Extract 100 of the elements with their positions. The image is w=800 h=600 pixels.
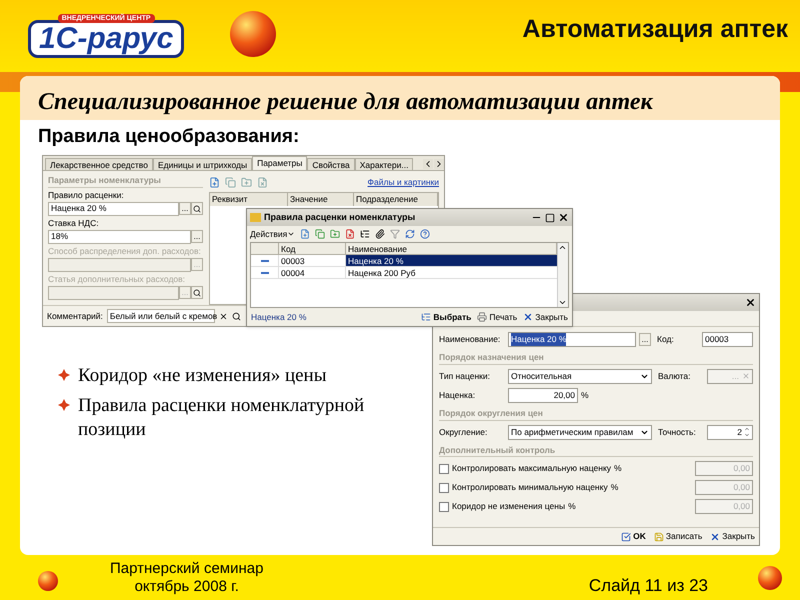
files-link[interactable]: Файлы и картинки (368, 176, 439, 189)
group-title: Параметры номенклатуры (48, 174, 203, 188)
tab[interactable]: Параметры (252, 156, 308, 170)
scrollbar[interactable] (557, 243, 568, 307)
clear-icon (742, 372, 750, 380)
close-icon[interactable] (558, 212, 569, 223)
field-label: Статья дополнительных расходов: (48, 274, 186, 285)
precision-label: Точность: (658, 426, 697, 438)
refresh-icon[interactable] (405, 229, 416, 239)
input-field[interactable]: 18% (48, 230, 191, 244)
print-icon (477, 312, 488, 322)
close-button[interactable]: Закрыть (523, 310, 568, 324)
search-button[interactable] (191, 202, 203, 216)
delete-icon[interactable] (345, 229, 356, 239)
scroll-right-icon[interactable] (434, 159, 444, 169)
markup-field[interactable]: 20,00 (508, 388, 578, 403)
tab[interactable]: Единицы и штрихкоды (152, 158, 252, 170)
copy-icon[interactable] (315, 229, 326, 239)
table-row[interactable]: 00004 Наценка 200 Руб (251, 267, 557, 279)
field-label: Правило расценки: (48, 190, 125, 201)
tree-icon[interactable] (360, 229, 370, 239)
caret-icon (287, 230, 296, 238)
select-icon (421, 312, 432, 322)
ball-icon (758, 566, 782, 590)
tab[interactable]: Характери... (354, 158, 414, 170)
markup-label: Наценка: (439, 388, 476, 402)
clear-icon[interactable] (218, 312, 228, 320)
close-icon (710, 532, 720, 542)
section-title: Дополнительный контроль (439, 444, 753, 458)
status-text: Наценка 20 % (251, 310, 306, 324)
ball-icon (38, 570, 58, 590)
slide-number: Слайд 11 из 23 (588, 574, 708, 597)
save-button[interactable]: Записать (654, 530, 702, 543)
select-button[interactable]: Выбрать (421, 310, 472, 324)
type-dropdown[interactable]: Относительная (508, 368, 652, 384)
unit-label: % (610, 481, 618, 494)
select-button[interactable]: ... (179, 202, 191, 216)
input-field[interactable]: Наценка 20 % (48, 202, 179, 216)
unit-label: % (614, 462, 622, 476)
add-icon[interactable] (209, 176, 220, 188)
add-icon[interactable] (300, 229, 310, 239)
table-row[interactable]: 00003 Наценка 20 % (251, 255, 557, 267)
precision-field[interactable]: 2 (707, 424, 753, 440)
code-label: Код: (657, 333, 675, 346)
rounding-dropdown[interactable]: По арифметическим правилам (508, 424, 652, 440)
search-icon[interactable] (232, 312, 241, 320)
scroll-up-icon[interactable] (558, 243, 567, 252)
clip-icon[interactable] (375, 229, 386, 239)
section-title: Порядок назначения цен (439, 351, 753, 365)
name-label: Наименование: (439, 333, 502, 346)
bullet-text: Правила расценки номенклатурной позиции (78, 394, 366, 442)
ok-button[interactable]: OK (621, 530, 646, 543)
table-cell-text: Наценка 200 Руб (347, 267, 416, 278)
slide-subheading: Правила ценообразования: (37, 125, 300, 148)
maximize-icon[interactable] (545, 212, 555, 222)
unit-label: % (568, 500, 576, 514)
select-button[interactable]: ... (191, 230, 203, 244)
spin-down-icon (744, 432, 750, 438)
rounding-label: Округление: (439, 426, 488, 438)
field-label: Способ распределения доп. расходов: (48, 246, 202, 257)
tab[interactable]: Лекарственное средство (45, 158, 153, 170)
table-cell: 00004 (279, 267, 346, 278)
select-button[interactable]: ... (639, 333, 651, 346)
column-header: Подразделение (354, 192, 438, 206)
comment-label: Комментарий: (47, 310, 103, 322)
close-button[interactable]: Закрыть (710, 530, 755, 543)
window-title: Правила расценки номенклатуры (264, 210, 416, 224)
seminar-text: Партнерский семинар октябрь 2008 г. (110, 560, 264, 596)
bullet-text: Коридор «не изменения» цены (78, 364, 326, 388)
comment-field[interactable]: Белый или белый с кремов (106, 309, 215, 323)
code-field[interactable]: 00003 (702, 332, 753, 347)
unit-label: % (581, 388, 589, 402)
scroll-left-icon[interactable] (423, 159, 433, 169)
window-icon (250, 213, 261, 222)
save-icon (654, 532, 664, 542)
folder-icon[interactable] (330, 229, 340, 239)
column-header: Реквизит (210, 192, 288, 206)
help-icon[interactable] (420, 229, 430, 239)
close-icon[interactable] (745, 297, 756, 308)
tab[interactable]: Свойства (307, 158, 355, 170)
bullet-icon (58, 399, 70, 411)
bullet-icon (58, 369, 70, 381)
spin-up-icon (744, 426, 750, 432)
name-field[interactable]: Наценка 20 % (508, 332, 636, 347)
ball-icon (230, 11, 276, 57)
checkbox-label: Контролировать максимальную наценку (452, 462, 612, 476)
column-header: Код (279, 243, 346, 254)
column-header: Значение (288, 192, 354, 206)
field-label: Ставка НДС: (48, 218, 100, 229)
type-label: Тип наценки: (439, 370, 491, 383)
ok-icon (621, 532, 632, 542)
slide-heading: Специализированное решение для автоматизации аптек (38, 88, 653, 116)
checkbox-label: Коридор не изменения цены (452, 500, 566, 514)
section-title: Порядок округления цен (439, 406, 753, 420)
actions-menu-button[interactable]: Действия (250, 228, 296, 240)
close-icon (523, 312, 534, 322)
table-cell: Наценка 20 % (346, 255, 557, 266)
header-title: Автоматизация аптек (522, 14, 788, 46)
print-button[interactable]: Печать (477, 310, 518, 324)
scroll-down-icon[interactable] (558, 298, 567, 307)
